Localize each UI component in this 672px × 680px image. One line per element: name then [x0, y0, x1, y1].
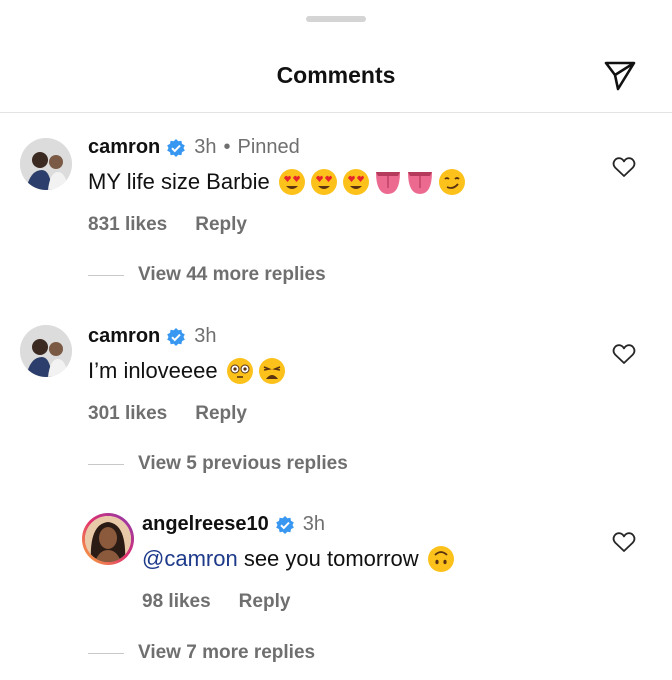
- view-previous-replies-button[interactable]: View 5 previous replies: [88, 453, 348, 475]
- comment-body: I’m inloveeee: [88, 358, 218, 383]
- reply-button[interactable]: Reply: [195, 214, 247, 236]
- avatar[interactable]: [20, 138, 72, 190]
- like-heart-icon[interactable]: [612, 156, 636, 178]
- username[interactable]: angelreese10: [142, 513, 269, 536]
- comment-text: @camron see you tomorrow: [142, 545, 459, 573]
- comment-body: MY life size Barbie: [88, 169, 270, 194]
- verified-badge-icon: [167, 327, 186, 346]
- comment-meta: camron 3h: [88, 325, 217, 348]
- comment-body: see you tomorrow: [237, 546, 419, 571]
- thread-line: [88, 274, 124, 276]
- reply-button[interactable]: Reply: [195, 403, 247, 425]
- header-title: Comments: [276, 62, 396, 88]
- pinned-label: Pinned: [237, 136, 300, 158]
- comment-time: 3h: [302, 513, 326, 535]
- mention-link[interactable]: @camron: [142, 546, 238, 572]
- comment-text: I’m inloveeee: [88, 357, 290, 385]
- upside-down-emoji-icon: [427, 546, 454, 572]
- comment-actions: 98 likes Reply: [142, 591, 290, 613]
- username[interactable]: camron: [88, 325, 160, 348]
- comment-actions: 831 likes Reply: [88, 214, 247, 236]
- thread-line: [88, 463, 124, 465]
- like-heart-icon[interactable]: [612, 343, 636, 365]
- heart-eyes-emoji-icon: [278, 169, 305, 195]
- like-count[interactable]: 98 likes: [142, 591, 211, 613]
- view-more-replies-button[interactable]: View 44 more replies: [88, 264, 326, 286]
- like-heart-icon[interactable]: [612, 531, 636, 553]
- comment-meta: camron 3h • Pinned: [88, 136, 300, 159]
- comments-header: Comments: [0, 40, 672, 113]
- verified-badge-icon: [167, 138, 186, 157]
- view-more-replies-label: View 7 more replies: [138, 642, 316, 663]
- avatar[interactable]: [20, 325, 72, 377]
- verified-badge-icon: [275, 515, 294, 534]
- comment-actions: 301 likes Reply: [88, 403, 247, 425]
- sheet-grab-handle[interactable]: [306, 16, 366, 22]
- avatar[interactable]: [82, 513, 134, 565]
- comment-time: 3h: [194, 325, 217, 347]
- send-icon[interactable]: [603, 58, 637, 92]
- thread-line: [88, 652, 124, 654]
- heart-eyes-emoji-icon: [342, 169, 369, 195]
- comment-time: 3h: [194, 136, 217, 158]
- emoji-row: [427, 545, 459, 573]
- tongue-emoji-icon: [375, 172, 400, 194]
- emoji-row: [278, 168, 470, 196]
- meta-separator: •: [223, 136, 231, 158]
- username[interactable]: camron: [88, 136, 160, 159]
- smirk-emoji-icon: [438, 169, 465, 195]
- view-previous-replies-label: View 5 previous replies: [138, 453, 348, 474]
- like-count[interactable]: 831 likes: [88, 214, 167, 236]
- flushed-emoji-icon: [226, 358, 253, 384]
- comment-text: MY life size Barbie: [88, 168, 470, 196]
- view-more-replies-button[interactable]: View 7 more replies: [88, 642, 315, 664]
- heart-eyes-emoji-icon: [310, 169, 337, 195]
- reply-button[interactable]: Reply: [239, 591, 291, 613]
- view-more-replies-label: View 44 more replies: [138, 264, 326, 285]
- emoji-row: [226, 357, 290, 385]
- comment-meta: angelreese10 3h: [142, 513, 325, 536]
- like-count[interactable]: 301 likes: [88, 403, 167, 425]
- weary-emoji-icon: [258, 358, 285, 384]
- tongue-emoji-icon: [407, 172, 432, 194]
